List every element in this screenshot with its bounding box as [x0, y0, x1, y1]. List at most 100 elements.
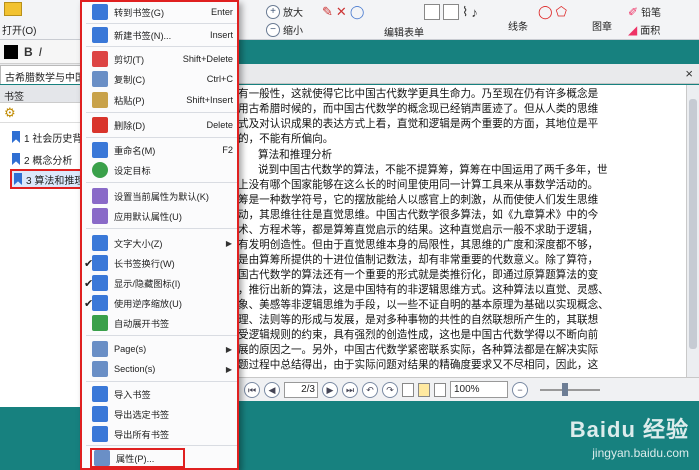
document-page[interactable]: 有一般性，这就使得它比中国古代数学更具生命力。乃至现在仍有许多概念是 用古希腊时… — [238, 85, 686, 377]
zoom-in-icon: + — [266, 4, 280, 19]
continuous-page-icon[interactable] — [418, 382, 430, 397]
bookmark-item-label: 2 概念分析 — [24, 155, 73, 167]
pencil-icon[interactable]: ✎ — [322, 4, 333, 20]
zoom-in-button[interactable]: + 放大 — [266, 4, 303, 19]
open-button[interactable]: 打开(O) — [2, 22, 36, 37]
menu-item-reverse-zoom[interactable]: ✔ 使用逆序缩放(U) — [84, 293, 237, 313]
back-icon[interactable]: ↶ — [362, 381, 378, 398]
menu-item-delete[interactable]: 删除(D) Delete — [86, 115, 237, 135]
import-icon — [92, 386, 108, 402]
doc-line: 展的原因之一。另外，中国古代数学紧密联系实际，各种算法都是在解决实际 — [238, 344, 599, 356]
zoom-select[interactable]: 100% — [450, 381, 508, 398]
line-button[interactable]: 线条 — [508, 18, 528, 33]
pentagon-icon[interactable]: ⬠ — [556, 4, 567, 20]
menu-item-rename[interactable]: 重命名(M) F2 — [86, 140, 237, 160]
open-label: 打开(O) — [2, 26, 37, 37]
page-icon — [92, 341, 108, 357]
menu-item-new-bookmark[interactable]: 新建书签(N)... Insert — [86, 25, 237, 45]
bookmark-item-label: 3 算法和推理 — [26, 175, 85, 187]
open-folder-icon[interactable] — [4, 2, 22, 16]
area-tool-button[interactable]: ◢ 面积 — [628, 22, 660, 38]
bold-button[interactable]: B — [24, 45, 33, 59]
scrollbar-thumb[interactable] — [689, 99, 697, 349]
prev-page-icon[interactable]: ◀ — [264, 381, 280, 398]
single-page-icon[interactable] — [402, 382, 414, 397]
menu-item-show-hide-icons[interactable]: ✔ 显示/隐藏图标(I) — [84, 273, 237, 293]
eraser-icon[interactable]: ✕ — [336, 4, 347, 20]
zoom-slider[interactable] — [540, 382, 600, 396]
menu-item-shortcut: Ctrl+C — [206, 74, 233, 84]
gear-icon[interactable]: ⚙ — [4, 105, 16, 121]
document-tab[interactable]: 古希腊数学与中国古 — [0, 65, 86, 84]
checkmark-icon: ✔ — [84, 297, 94, 310]
facing-page-icon[interactable] — [434, 382, 446, 397]
reverse-zoom-icon — [92, 295, 108, 311]
doc-line: ，推衍出新的算法，这是中国特有的非逻辑思维方式。这种算法以直觉、灵感、 — [238, 284, 609, 296]
doc-line: 上没有哪个国家能够在这么长的时间里使用同一计算工具来从事数学活动的。 — [238, 179, 599, 191]
rename-icon — [92, 142, 108, 158]
next-page-icon[interactable]: ▶ — [322, 381, 338, 398]
shape-tools-group[interactable]: ◯ ⬠ — [538, 4, 567, 20]
vertical-scrollbar[interactable] — [686, 85, 699, 377]
zoom-slider-knob[interactable] — [562, 382, 568, 396]
menu-item-label: 自动展开书签 — [114, 319, 170, 329]
last-page-icon[interactable]: ⏭ — [342, 381, 358, 398]
ellipse-icon[interactable]: ◯ — [538, 4, 553, 20]
doc-line: 说到中国古代数学的算法，不能不提算筹，算筹在中国运用了两千多年，世 — [258, 164, 608, 176]
zoom-out-button[interactable]: − 缩小 — [266, 22, 303, 37]
zoom-out-circle-icon[interactable]: − — [512, 381, 528, 398]
bookmark-item-3-selected[interactable]: 3 算法和推理 — [10, 169, 89, 189]
copy-icon — [92, 71, 108, 87]
menu-item-set-target[interactable]: 设定目标 — [86, 160, 237, 180]
menu-item-properties[interactable]: 属性(P)... — [90, 448, 185, 468]
paperclip-icon[interactable]: ⌇ — [462, 4, 468, 20]
menu-item-export-selected[interactable]: 导出选定书签 — [86, 404, 237, 424]
menu-item-paste[interactable]: 粘贴(P) Shift+Insert — [86, 90, 237, 110]
menu-item-set-default-props[interactable]: 设置当前属性为默认(K) — [86, 186, 237, 206]
edit-form-button[interactable]: 编辑表单 — [384, 24, 424, 39]
menu-item-label: 长书签换行(W) — [114, 259, 175, 269]
trash-icon — [92, 117, 108, 133]
menu-item-label: Section(s) — [114, 364, 156, 374]
form-tools-group[interactable]: ⌇ ♪ — [424, 4, 478, 20]
textbox-icon[interactable] — [424, 4, 440, 20]
menu-item-copy[interactable]: 复制(C) Ctrl+C — [86, 69, 237, 89]
bookmark-item-2[interactable]: 2 概念分析 — [12, 149, 72, 169]
format-bar: B I — [0, 40, 83, 64]
menu-item-apply-default-props[interactable]: 应用默认属性(U) — [86, 206, 237, 226]
auto-expand-icon — [92, 315, 108, 331]
speaker-icon[interactable]: ♪ — [471, 5, 478, 20]
menu-item-label: 属性(P)... — [116, 454, 155, 464]
bookmark-item-1[interactable]: 1 社会历史背 — [12, 127, 82, 147]
text-color-swatch[interactable] — [4, 44, 18, 59]
bookmark-item-label: 1 社会历史背 — [24, 133, 83, 145]
first-page-icon[interactable]: ⏮ — [244, 381, 260, 398]
checkbox-icon[interactable] — [443, 4, 459, 20]
watermark-brand: Baidu 经验 — [569, 417, 689, 442]
tool-icons-group[interactable]: ✎ ✕ ◯ — [322, 4, 364, 20]
stamp-button[interactable]: 图章 — [592, 18, 612, 33]
menu-item-goto-bookmark[interactable]: 转到书签(G) Enter — [86, 2, 237, 22]
italic-button[interactable]: I — [39, 45, 42, 59]
menu-item-pages[interactable]: Page(s) ▶ — [86, 339, 237, 359]
close-tab-icon[interactable]: × — [685, 66, 693, 81]
properties-icon — [94, 450, 110, 466]
menu-item-sections[interactable]: Section(s) ▶ — [86, 359, 237, 379]
page-number-input[interactable]: 2/3 — [284, 381, 318, 398]
submenu-arrow-icon: ▶ — [225, 238, 232, 248]
menu-item-wrap-long-bookmarks[interactable]: ✔ 长书签换行(W) — [84, 253, 237, 273]
pencil-tool-label: 铅笔 — [641, 8, 662, 19]
bookmark-icon — [12, 131, 20, 143]
forward-icon[interactable]: ↷ — [382, 381, 398, 398]
submenu-arrow-icon: ▶ — [225, 344, 232, 354]
menu-item-label: 粘贴(P) — [114, 96, 145, 106]
doc-line: 受逻辑规则的约束，具有强烈的创造性成，这也是中国古代数学得以不断向前 — [238, 329, 599, 341]
menu-item-export-all[interactable]: 导出所有书签 — [86, 424, 237, 444]
menu-item-label: Page(s) — [114, 344, 147, 354]
menu-item-import-bookmarks[interactable]: 导入书签 — [86, 384, 237, 404]
menu-item-auto-expand[interactable]: 自动展开书签 — [86, 313, 237, 333]
oval-icon[interactable]: ◯ — [350, 4, 365, 20]
menu-item-cut[interactable]: 剪切(T) Shift+Delete — [86, 49, 237, 69]
menu-item-text-size[interactable]: 文字大小(Z) ▶ — [86, 233, 237, 253]
pencil-tool-button[interactable]: ✐ 铅笔 — [628, 4, 662, 20]
